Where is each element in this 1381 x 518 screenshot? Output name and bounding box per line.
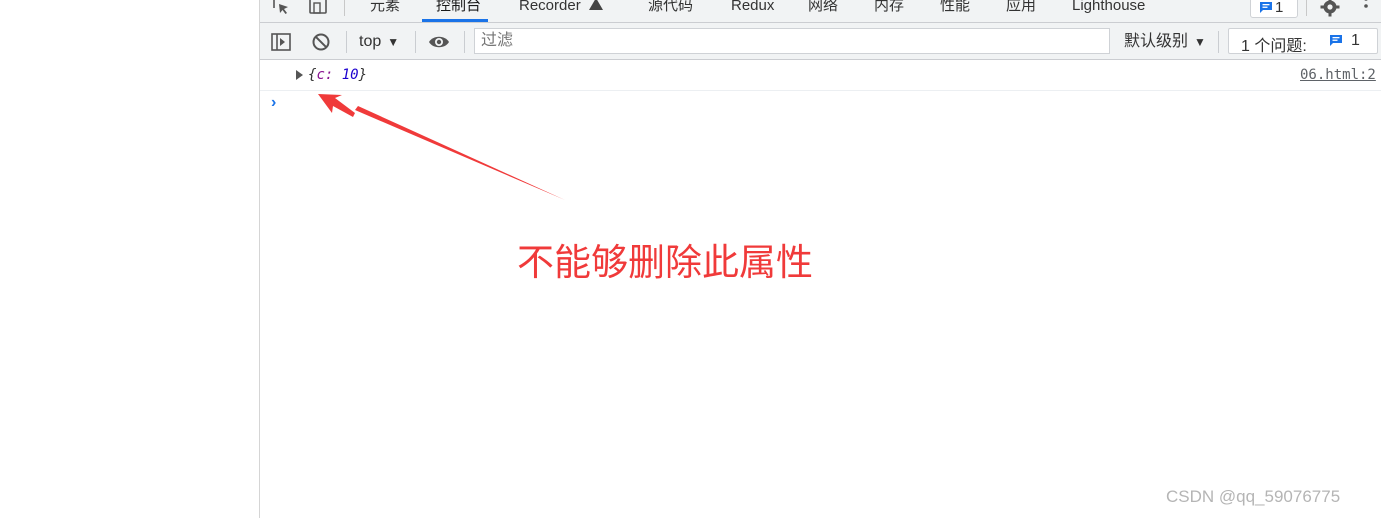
tab-recorder[interactable]: Recorder xyxy=(519,0,603,16)
settings-gear-icon[interactable] xyxy=(1320,0,1340,17)
tab-elements[interactable]: 元素 xyxy=(370,0,400,16)
source-location-link[interactable]: 06.html:2 xyxy=(1300,67,1376,83)
toolbar-separator xyxy=(415,31,416,53)
tab-memory[interactable]: 内存 xyxy=(874,0,904,16)
messages-badge-button[interactable]: 1 xyxy=(1250,0,1298,18)
recorder-experiment-icon xyxy=(588,0,603,10)
tab-redux[interactable]: Redux xyxy=(731,0,774,16)
filter-input[interactable] xyxy=(474,28,1110,54)
issue-message-icon xyxy=(1330,35,1342,46)
tab-console[interactable]: 控制台 xyxy=(436,0,481,16)
live-expression-eye-icon[interactable] xyxy=(428,31,450,53)
object-close-brace: } xyxy=(358,67,368,83)
issues-count: 1 xyxy=(1351,32,1360,49)
tabbar-separator xyxy=(1306,0,1307,16)
annotation-text: 不能够删除此属性 xyxy=(517,241,813,284)
tab-network[interactable]: 网络 xyxy=(808,0,838,16)
inspect-element-icon[interactable] xyxy=(272,0,292,17)
devtools-panel: 元素 控制台 Recorder 源代码 Redux 网络 内存 性能 应用 Li… xyxy=(260,0,1381,518)
logged-object-preview[interactable]: {c: 10} xyxy=(308,67,367,83)
toolbar-separator xyxy=(1218,31,1219,53)
tab-sources[interactable]: 源代码 xyxy=(648,0,693,16)
issues-button[interactable]: 1 个问题: 1 xyxy=(1228,28,1378,55)
more-options-icon[interactable] xyxy=(1356,0,1376,17)
messages-count: 1 xyxy=(1275,0,1284,16)
console-message-row: {c: 10} 06.html:2 xyxy=(260,60,1381,91)
tab-recorder-label: Recorder xyxy=(519,0,581,14)
dropdown-arrow-icon: ▼ xyxy=(1194,35,1206,49)
console-toolbar: top ▼ 默认级别 ▼ 1 个问题: 1 xyxy=(260,23,1381,60)
active-tab-indicator xyxy=(422,19,488,22)
expand-object-triangle-icon[interactable] xyxy=(296,70,303,80)
object-property-key: c: xyxy=(316,67,334,83)
tabbar-separator xyxy=(344,0,345,16)
log-level-select[interactable]: 默认级别 ▼ xyxy=(1124,31,1206,53)
tab-performance[interactable]: 性能 xyxy=(940,0,970,16)
page-viewport xyxy=(0,0,260,518)
issues-label: 1 个问题: xyxy=(1241,38,1307,55)
device-toolbar-icon[interactable] xyxy=(308,0,328,17)
tab-application[interactable]: 应用 xyxy=(1006,0,1036,16)
tab-lighthouse[interactable]: Lighthouse xyxy=(1072,0,1145,16)
execution-context-value: top xyxy=(359,33,382,50)
dropdown-arrow-icon: ▼ xyxy=(387,35,400,49)
execution-context-select[interactable]: top ▼ xyxy=(359,31,399,53)
toolbar-separator xyxy=(346,31,347,53)
log-level-value: 默认级别 xyxy=(1124,33,1189,50)
console-prompt[interactable]: › xyxy=(260,91,1381,117)
toolbar-separator xyxy=(464,31,465,53)
object-property-value: 10 xyxy=(341,67,359,83)
devtools-tabbar: 元素 控制台 Recorder 源代码 Redux 网络 内存 性能 应用 Li… xyxy=(260,0,1381,23)
prompt-chevron-icon: › xyxy=(271,94,277,111)
clear-console-icon[interactable] xyxy=(310,31,332,53)
watermark-text: CSDN @qq_59076775 xyxy=(1166,487,1341,506)
page: 元素 控制台 Recorder 源代码 Redux 网络 内存 性能 应用 Li… xyxy=(0,0,1381,518)
annotation-arrow-shaft xyxy=(355,106,565,200)
message-icon xyxy=(1260,2,1272,13)
show-sidebar-icon[interactable] xyxy=(270,31,292,53)
